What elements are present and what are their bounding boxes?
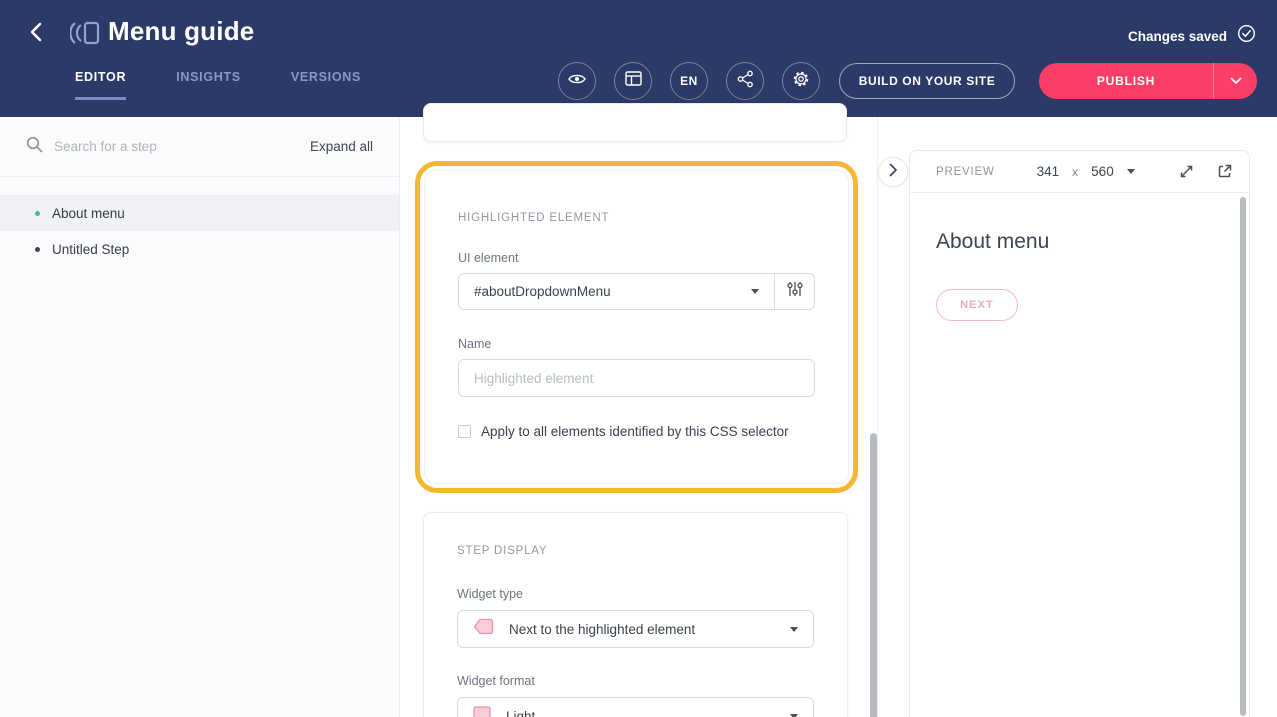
settings-button[interactable] bbox=[782, 62, 820, 100]
steps-sidebar: Expand all About menu Untitled Step bbox=[0, 117, 400, 717]
step-search-input[interactable] bbox=[54, 139, 299, 154]
step-status-dot bbox=[35, 211, 40, 216]
gear-icon bbox=[792, 70, 810, 93]
search-icon bbox=[26, 136, 43, 158]
widget-type-label: Widget type bbox=[457, 587, 814, 601]
share-icon bbox=[737, 70, 754, 93]
step-display-card: STEP DISPLAY Widget type Next to the hig… bbox=[423, 512, 848, 717]
preview-header: PREVIEW 341 x 560 bbox=[910, 151, 1249, 193]
preview-scrollbar[interactable] bbox=[1240, 197, 1246, 716]
preview-eye-button[interactable] bbox=[558, 62, 596, 100]
tooltip-widget-icon bbox=[473, 618, 494, 640]
preview-title: PREVIEW bbox=[936, 166, 995, 178]
preview-header-icons bbox=[1178, 163, 1233, 180]
save-status-text: Changes saved bbox=[1128, 29, 1227, 44]
topbar: Menu guide EDITOR INSIGHTS VERSIONS EN bbox=[0, 0, 1277, 117]
chevron-left-icon bbox=[28, 21, 44, 48]
apply-all-checkbox-row[interactable]: Apply to all elements identified by this… bbox=[458, 424, 815, 439]
share-button[interactable] bbox=[726, 62, 764, 100]
expand-all-link[interactable]: Expand all bbox=[310, 139, 373, 154]
preview-panel: PREVIEW 341 x 560 bbox=[909, 150, 1250, 717]
preview-step-heading: About menu bbox=[936, 230, 1223, 254]
highlighted-element-card: HIGHLIGHTED ELEMENT UI element #aboutDro… bbox=[424, 170, 849, 484]
section-title: STEP DISPLAY bbox=[457, 513, 814, 557]
preview-size-select[interactable]: 341 x 560 bbox=[1037, 164, 1135, 179]
check-circle-icon bbox=[1237, 24, 1256, 48]
publish-options-button[interactable] bbox=[1213, 63, 1257, 99]
topbar-tools: EN bbox=[558, 62, 820, 100]
highlighted-element-name-input[interactable] bbox=[458, 359, 815, 397]
language-label: EN bbox=[680, 74, 698, 88]
step-editor-panel: HIGHLIGHTED ELEMENT UI element #aboutDro… bbox=[401, 117, 878, 717]
chevron-down-icon bbox=[790, 627, 798, 632]
selector-settings-button[interactable] bbox=[775, 273, 815, 310]
widget-format-label: Widget format bbox=[457, 674, 814, 688]
tab-versions[interactable]: VERSIONS bbox=[291, 70, 361, 100]
build-on-your-site-label: BUILD ON YOUR SITE bbox=[859, 74, 996, 88]
preview-body: About menu NEXT bbox=[910, 193, 1249, 321]
step-item-label: Untitled Step bbox=[52, 242, 129, 257]
highlighted-element-card-outline: HIGHLIGHTED ELEMENT UI element #aboutDro… bbox=[415, 161, 858, 493]
topbar-tabs: EDITOR INSIGHTS VERSIONS bbox=[75, 70, 361, 100]
ui-element-value: #aboutDropdownMenu bbox=[474, 284, 611, 299]
chevron-down-icon bbox=[1230, 72, 1242, 90]
expand-preview-button[interactable] bbox=[1178, 163, 1195, 180]
sliders-icon bbox=[786, 280, 804, 303]
expand-icon bbox=[1178, 163, 1195, 180]
publish-label: PUBLISH bbox=[1097, 74, 1155, 88]
language-button[interactable]: EN bbox=[670, 62, 708, 100]
preview-width-value: 341 bbox=[1037, 164, 1060, 179]
size-separator: x bbox=[1072, 165, 1078, 179]
widget-format-value: Light bbox=[506, 709, 775, 717]
layout-button[interactable] bbox=[614, 62, 652, 100]
layout-icon bbox=[625, 71, 642, 91]
save-status: Changes saved bbox=[1128, 24, 1256, 48]
step-search-row: Expand all bbox=[0, 117, 399, 177]
page-title: Menu guide bbox=[108, 16, 254, 47]
editor-scrollbar[interactable] bbox=[870, 433, 877, 717]
widget-format-select[interactable]: Light bbox=[457, 697, 814, 717]
ui-element-select[interactable]: #aboutDropdownMenu bbox=[458, 273, 775, 310]
eye-icon bbox=[567, 72, 587, 91]
name-label: Name bbox=[458, 337, 815, 351]
apply-all-checkbox[interactable] bbox=[458, 425, 471, 438]
next-button-label: NEXT bbox=[960, 299, 994, 311]
widget-type-value: Next to the highlighted element bbox=[509, 622, 775, 637]
apply-all-label: Apply to all elements identified by this… bbox=[481, 424, 789, 439]
tab-insights[interactable]: INSIGHTS bbox=[176, 70, 241, 100]
format-widget-icon bbox=[473, 706, 491, 717]
widget-type-select[interactable]: Next to the highlighted element bbox=[457, 610, 814, 648]
open-in-new-window-button[interactable] bbox=[1216, 163, 1233, 180]
steps-list: About menu Untitled Step bbox=[0, 177, 399, 267]
previous-settings-card bbox=[423, 103, 847, 142]
collapse-preview-button[interactable] bbox=[878, 157, 908, 187]
publish-button-group: PUBLISH bbox=[1039, 63, 1257, 99]
ui-element-label: UI element bbox=[458, 251, 815, 265]
step-status-dot bbox=[35, 247, 40, 252]
back-button[interactable] bbox=[28, 23, 50, 45]
step-item-untitled-step[interactable]: Untitled Step bbox=[0, 231, 399, 267]
preview-height-value: 560 bbox=[1091, 164, 1114, 179]
external-link-icon bbox=[1216, 163, 1233, 180]
preview-next-button[interactable]: NEXT bbox=[936, 289, 1018, 321]
ui-element-select-row: #aboutDropdownMenu bbox=[458, 273, 815, 310]
publish-button[interactable]: PUBLISH bbox=[1039, 63, 1213, 99]
tab-editor[interactable]: EDITOR bbox=[75, 70, 126, 100]
app-window: Menu guide EDITOR INSIGHTS VERSIONS EN bbox=[0, 0, 1277, 717]
guide-logo-icon bbox=[70, 19, 100, 52]
chevron-down-icon bbox=[751, 289, 759, 294]
section-title: HIGHLIGHTED ELEMENT bbox=[458, 171, 815, 224]
step-item-label: About menu bbox=[52, 206, 125, 221]
chevron-right-icon bbox=[889, 163, 898, 182]
build-on-your-site-button[interactable]: BUILD ON YOUR SITE bbox=[839, 63, 1015, 99]
chevron-down-icon bbox=[1127, 169, 1135, 174]
step-item-about-menu[interactable]: About menu bbox=[0, 195, 399, 231]
chevron-down-icon bbox=[790, 714, 798, 717]
